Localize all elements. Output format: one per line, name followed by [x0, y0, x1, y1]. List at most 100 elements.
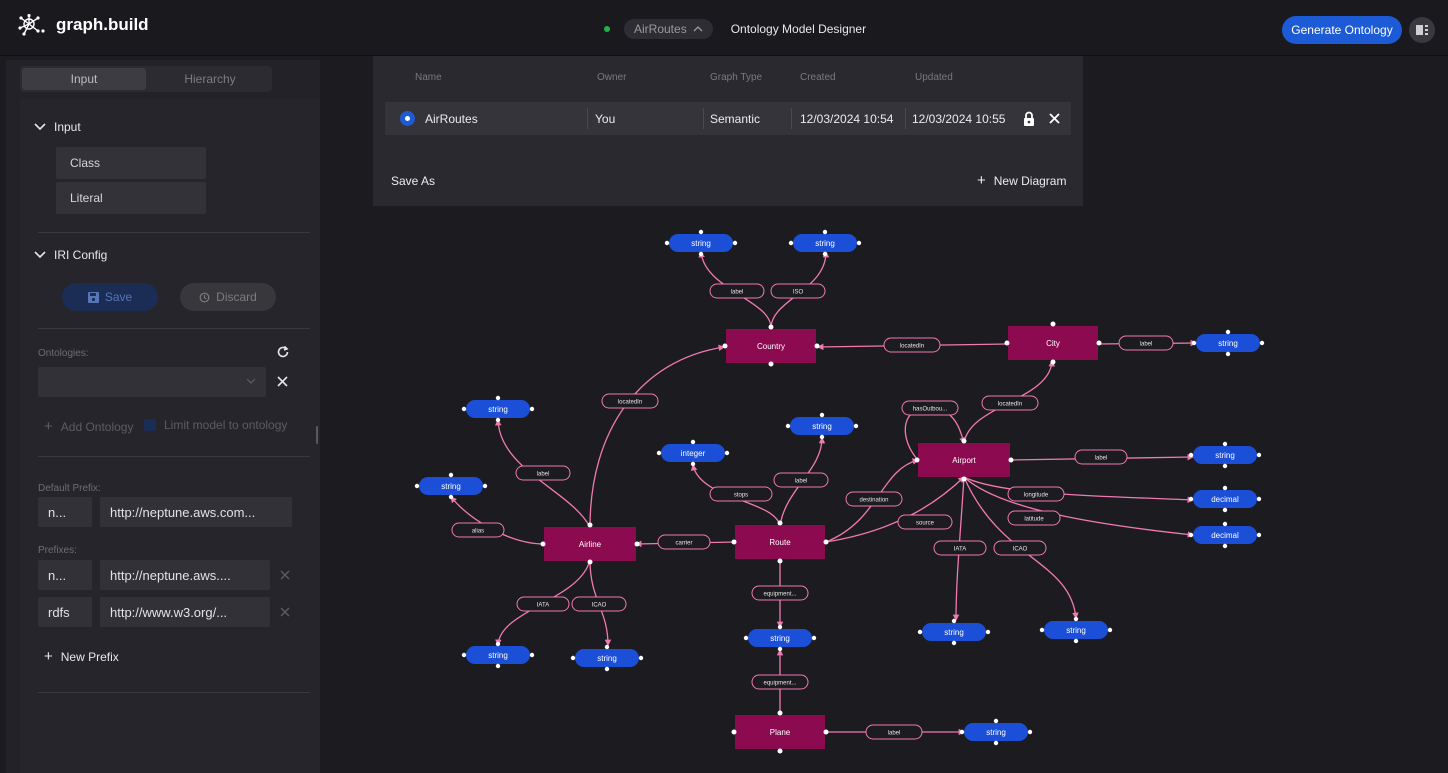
edge-label[interactable]: label: [709, 283, 765, 299]
edge-label[interactable]: label: [1074, 449, 1128, 465]
class-node-city[interactable]: City: [1008, 326, 1098, 360]
edge-label[interactable]: destination: [845, 491, 903, 507]
edge-label[interactable]: equipment...: [751, 585, 809, 601]
edge-label[interactable]: latitude: [1007, 510, 1061, 526]
svg-text:carrier: carrier: [675, 541, 692, 547]
svg-text:locatedIn: locatedIn: [900, 344, 924, 350]
svg-text:label: label: [795, 479, 808, 485]
svg-text:locatedIn: locatedIn: [618, 400, 642, 406]
literal-node[interactable]: string: [790, 417, 854, 435]
edge-label[interactable]: label: [773, 472, 829, 488]
edge-label[interactable]: longitude: [1007, 486, 1065, 502]
divider: [791, 108, 792, 129]
edge-label[interactable]: IATA: [516, 596, 570, 612]
literal-node[interactable]: string: [1196, 334, 1260, 352]
svg-text:string: string: [944, 628, 964, 637]
column-header-updated: Updated: [915, 72, 953, 83]
literal-node[interactable]: string: [1193, 446, 1257, 464]
svg-text:ICAO: ICAO: [592, 603, 607, 609]
literal-node[interactable]: string: [669, 234, 733, 252]
edge-label[interactable]: equipment...: [751, 674, 809, 690]
column-header-owner: Owner: [597, 72, 627, 83]
literal-node[interactable]: integer: [661, 444, 725, 462]
svg-text:hasOutbou...: hasOutbou...: [913, 407, 948, 413]
svg-text:equipment...: equipment...: [763, 592, 796, 598]
literal-nodes: string string string string string strin…: [419, 234, 1260, 741]
class-node-country[interactable]: Country: [726, 329, 816, 363]
edge-label[interactable]: ICAO: [993, 540, 1047, 556]
diagram-row-name: AirRoutes: [425, 112, 478, 126]
literal-node[interactable]: string: [748, 629, 812, 647]
literal-node[interactable]: string: [466, 400, 530, 418]
edge-label[interactable]: hasOutbou...: [901, 400, 959, 416]
diagram-list-dropdown: Name Owner Graph Type Created Updated Ai…: [373, 56, 1083, 206]
edge-label[interactable]: locatedIn: [601, 393, 659, 409]
literal-node[interactable]: string: [575, 649, 639, 667]
save-as-button[interactable]: Save As: [391, 174, 435, 188]
svg-text:IATA: IATA: [537, 603, 549, 609]
divider: [905, 108, 906, 129]
edge: [825, 476, 965, 543]
edge-label[interactable]: ISO: [770, 283, 826, 299]
svg-text:string: string: [1066, 626, 1086, 635]
svg-text:string: string: [488, 651, 508, 660]
new-diagram-button[interactable]: + New Diagram: [977, 172, 1066, 189]
literal-node[interactable]: string: [419, 477, 483, 495]
class-node-airline[interactable]: Airline: [544, 527, 636, 561]
edge-label[interactable]: source: [897, 514, 953, 530]
literal-node[interactable]: string: [964, 723, 1028, 741]
divider: [703, 108, 704, 129]
svg-text:string: string: [770, 634, 790, 643]
selected-radio-icon[interactable]: [400, 111, 415, 126]
svg-text:string: string: [441, 482, 461, 491]
svg-text:string: string: [597, 654, 617, 663]
edge-label[interactable]: locatedIn: [981, 395, 1039, 411]
edge-label[interactable]: locatedIn: [883, 337, 941, 353]
node-handles: [414, 229, 1265, 754]
svg-text:string: string: [815, 239, 835, 248]
svg-text:string: string: [691, 239, 711, 248]
edge-label[interactable]: label: [865, 724, 923, 740]
close-icon[interactable]: [1049, 113, 1060, 124]
svg-text:ISO: ISO: [793, 290, 804, 296]
svg-text:string: string: [1218, 339, 1238, 348]
edge-label[interactable]: label: [515, 465, 571, 481]
diagram-row[interactable]: AirRoutes You Semantic 12/03/2024 10:54 …: [385, 102, 1071, 135]
column-header-graph-type: Graph Type: [710, 72, 763, 83]
literal-node[interactable]: string: [466, 646, 530, 664]
literal-node[interactable]: string: [793, 234, 857, 252]
lock-icon[interactable]: [1023, 111, 1035, 126]
literal-node[interactable]: string: [1044, 621, 1108, 639]
edge-label[interactable]: label: [1118, 335, 1174, 351]
diagram-row-updated: 12/03/2024 10:55: [912, 112, 1006, 126]
svg-text:equipment...: equipment...: [763, 681, 796, 687]
edge-label[interactable]: ICAO: [571, 596, 627, 612]
svg-text:string: string: [488, 405, 508, 414]
svg-text:label: label: [1095, 456, 1108, 462]
svg-text:Airline: Airline: [579, 540, 602, 549]
svg-text:label: label: [537, 472, 550, 478]
edge-label[interactable]: alias: [451, 522, 505, 538]
svg-text:destination: destination: [859, 498, 888, 504]
class-nodes: Country City Airport Airline Route Plane: [544, 326, 1098, 749]
svg-text:string: string: [986, 728, 1006, 737]
edge: [589, 344, 726, 528]
class-node-plane[interactable]: Plane: [735, 715, 825, 749]
edge-label[interactable]: IATA: [933, 540, 987, 556]
svg-text:ICAO: ICAO: [1013, 547, 1028, 553]
svg-text:Plane: Plane: [770, 728, 791, 737]
plus-icon: +: [977, 172, 986, 189]
diagram-row-created: 12/03/2024 10:54: [800, 112, 894, 126]
svg-text:alias: alias: [472, 529, 484, 535]
literal-node[interactable]: string: [922, 623, 986, 641]
svg-text:locatedIn: locatedIn: [998, 402, 1022, 408]
literal-node[interactable]: decimal: [1193, 526, 1257, 544]
svg-text:IATA: IATA: [954, 547, 966, 553]
literal-node[interactable]: decimal: [1193, 490, 1257, 508]
class-node-route[interactable]: Route: [735, 525, 825, 559]
edge-label[interactable]: carrier: [657, 534, 711, 550]
svg-text:decimal: decimal: [1211, 495, 1239, 504]
class-node-airport[interactable]: Airport: [918, 443, 1010, 477]
svg-text:longitude: longitude: [1024, 493, 1049, 499]
edge-label[interactable]: stops: [709, 486, 773, 502]
